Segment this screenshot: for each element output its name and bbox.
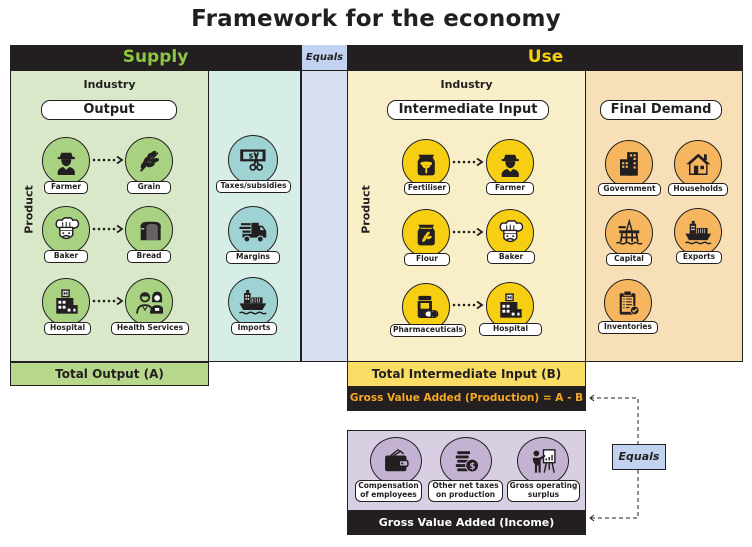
capital-label: Capital [606,253,652,266]
taxes-label: Taxes/subsidies [216,180,291,193]
output-heading: Output [41,100,177,120]
oil-rig-icon [605,209,653,257]
final-demand-heading: Final Demand [600,100,722,120]
exports-label: Exports [676,251,722,264]
supply-to-label: Bread [127,250,171,263]
dotted-arrow-icon [451,158,485,166]
use-to-label: Hospital [479,323,542,336]
supply-from-label: Baker [44,250,88,263]
compensation-line2: of employees [360,489,417,499]
equals-heading: Equals [301,45,348,70]
dotted-arrow-icon [91,156,125,164]
other-taxes-line2: on production [435,489,496,499]
hospital-icon [42,278,90,326]
use-to-label: Farmer [486,182,534,195]
dotted-arrow-icon [451,301,485,309]
ship-icon [228,277,278,327]
equals-column [301,70,348,362]
supply-industry-heading: Industry [83,78,136,91]
health-services-icon [125,278,173,326]
supply-heading: Supply [122,47,189,67]
gva-production: Gross Value Added (Production) = A - B [347,386,586,411]
dotted-arrow-icon [91,225,125,233]
dotted-arrow-icon [91,297,125,305]
wallet-icon [370,437,422,485]
gva-income: Gross Value Added (Income) [347,510,586,535]
use-product-label: Product [359,185,373,234]
diagram-title: Framework for the economy [191,6,561,32]
total-output: Total Output (A) [10,362,209,386]
use-from-label: Pharmaceuticals [390,324,466,337]
imports-label: Imports [231,322,277,335]
use-from-label: Flour [404,253,450,266]
intermediate-input-heading: Intermediate Input [387,100,549,120]
farmer-icon [486,139,534,187]
gos-line2: surplus [527,489,560,499]
flour-icon [402,209,450,257]
supply-product-label: Product [22,185,36,234]
clipboard-icon [604,279,652,327]
households-label: Households [668,183,728,196]
margins-label: Margins [226,251,280,264]
compensation-label: Compensation of employees [355,480,422,502]
truck-icon [228,206,278,256]
farmer-icon [42,137,90,185]
dotted-arrow-icon [451,228,485,236]
baker-icon [42,206,90,254]
other-net-taxes-label: Other net taxes on production [428,480,503,502]
coins-icon [440,437,492,485]
supply-from-label: Hospital [44,322,91,335]
ship-icon [674,208,722,256]
supply-to-label: Grain [127,181,171,194]
supply-to-label: Health Services [111,322,189,335]
gross-operating-surplus-label: Gross operating surplus [507,480,580,502]
inventories-label: Inventories [598,321,658,334]
equals-badge: Equals [612,444,666,470]
government-icon [605,140,653,188]
use-to-label: Baker [487,251,535,264]
presentation-icon [517,437,569,485]
use-from-label: Fertiliser [404,182,450,195]
use-heading: Use [527,47,564,67]
house-icon [674,140,722,188]
baker-icon [486,209,534,257]
total-intermediate-input: Total Intermediate Input (B) [347,362,586,386]
supply-from-label: Farmer [44,181,88,194]
use-industry-heading: Industry [440,78,493,91]
government-label: Government [598,183,661,196]
grain-icon [125,137,173,185]
bread-icon [125,206,173,254]
taxes-icon [228,135,278,185]
fertiliser-icon [402,139,450,187]
